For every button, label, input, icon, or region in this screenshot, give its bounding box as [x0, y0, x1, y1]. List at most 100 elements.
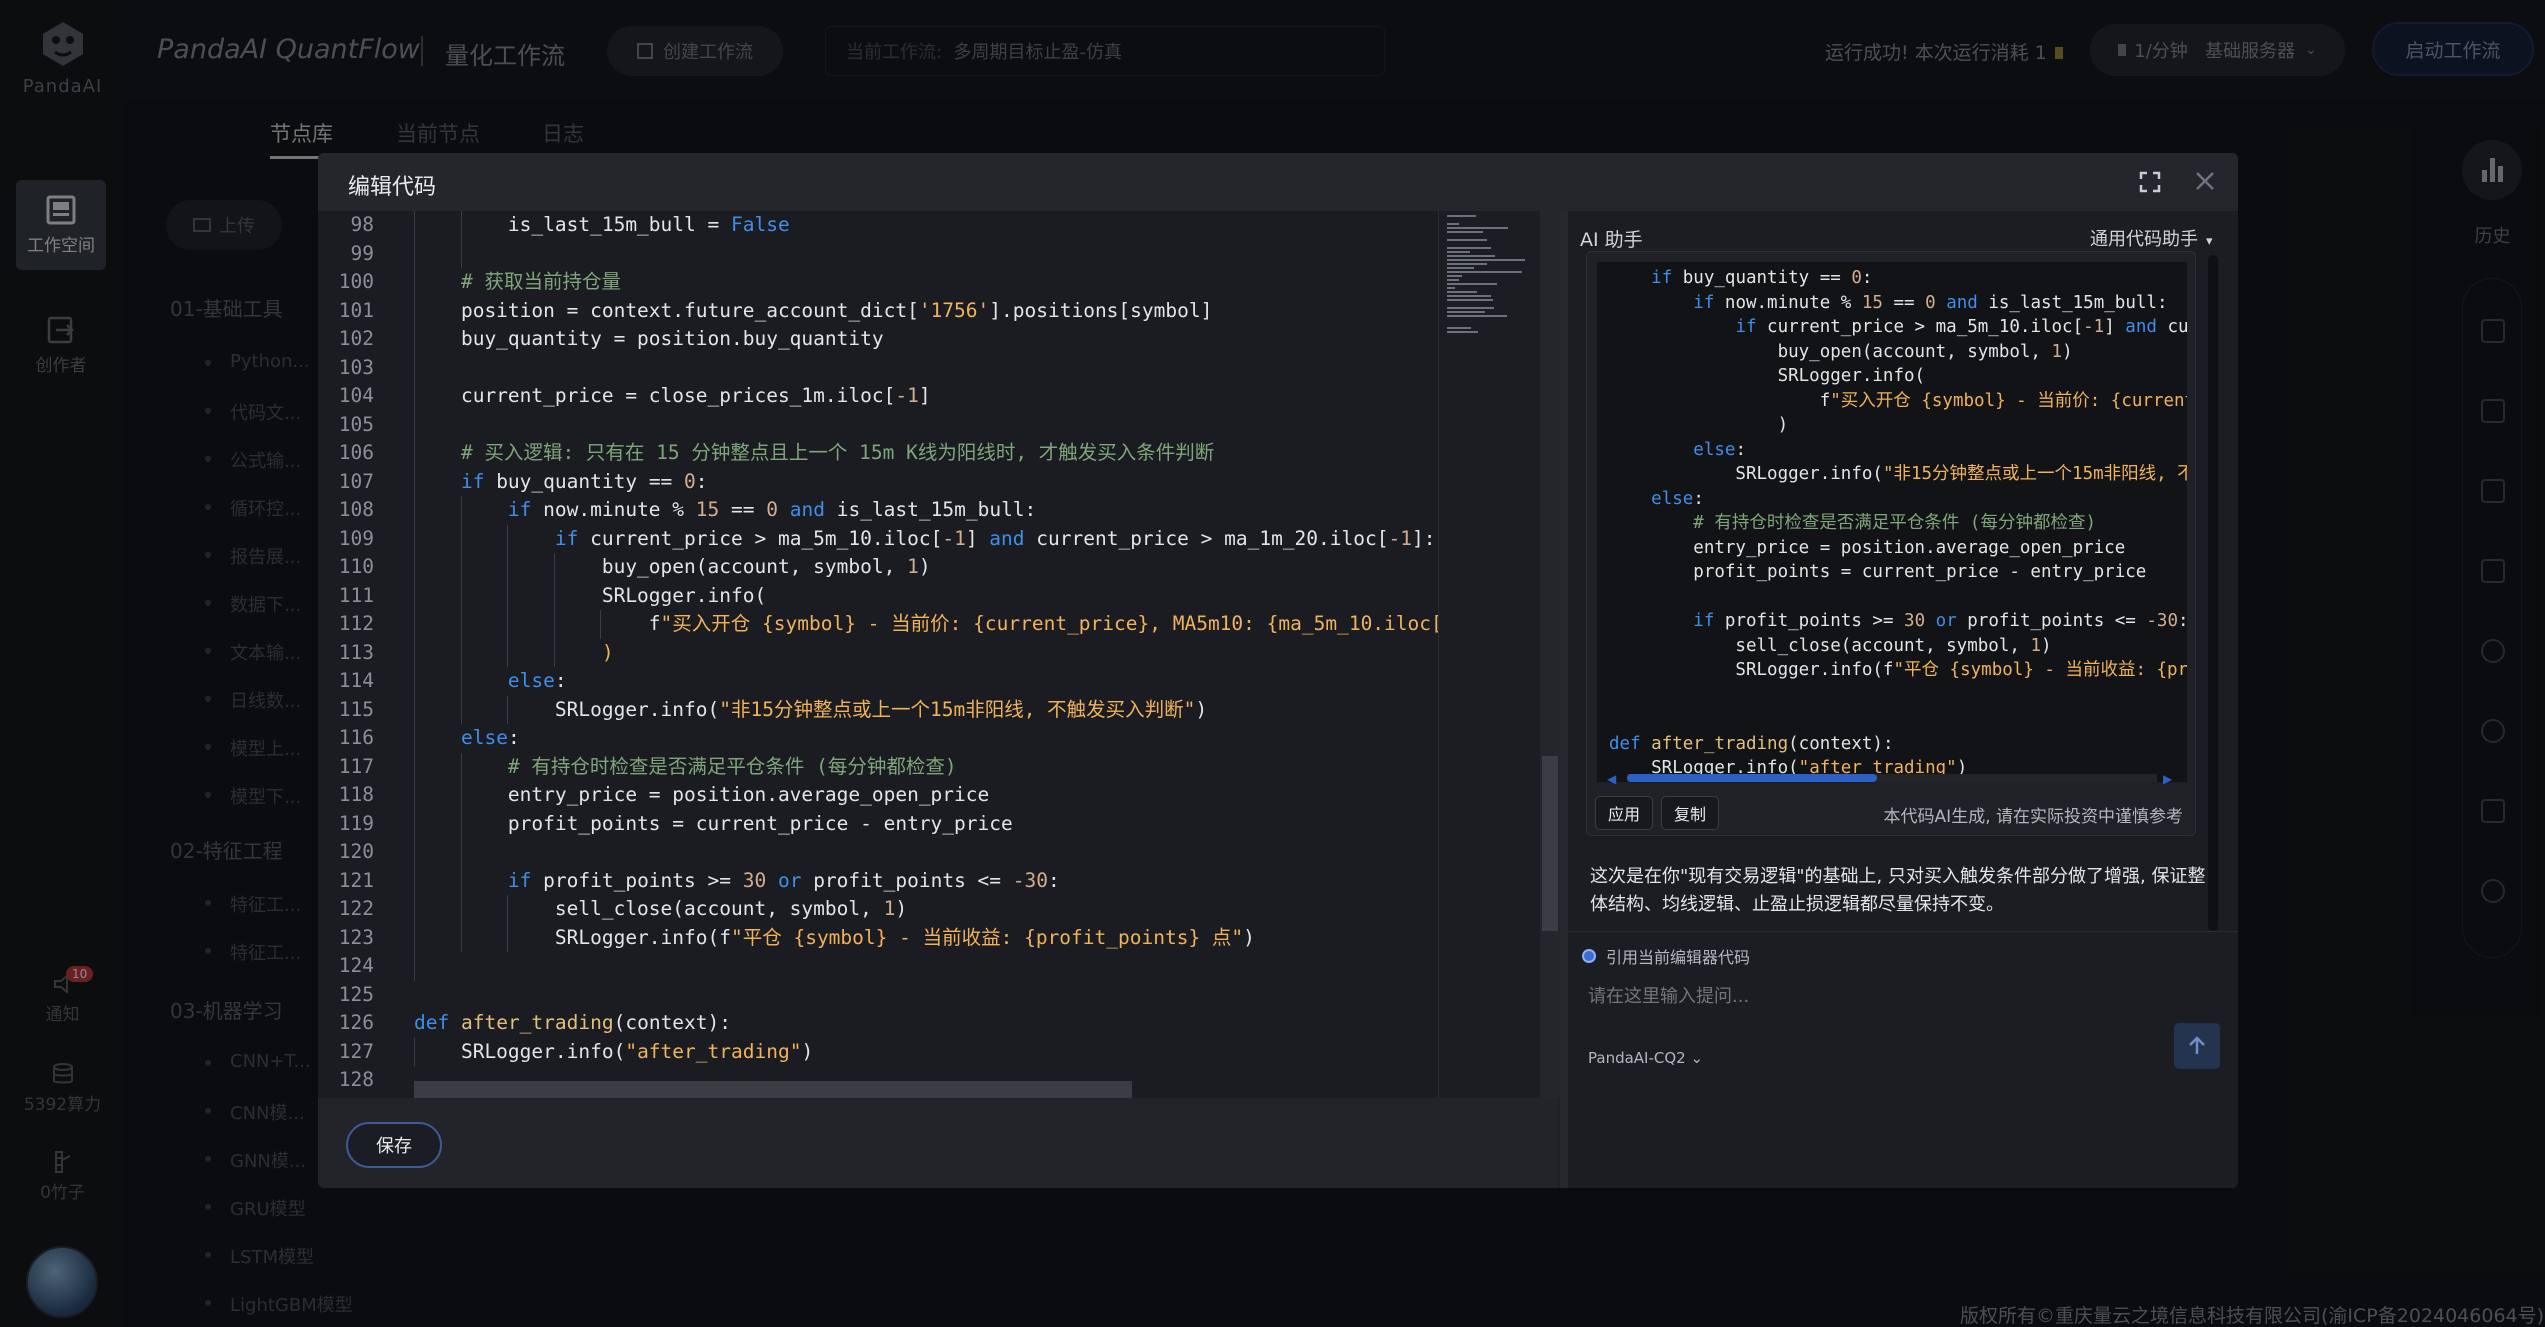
indent-guide: [414, 467, 415, 496]
scroll-thumb[interactable]: [1627, 774, 1877, 782]
scroll-left-icon[interactable]: ◀: [1607, 772, 1616, 786]
indent-guide: [414, 895, 415, 924]
code-line[interactable]: 127 SRLogger.info("after_trading"): [318, 1038, 1438, 1067]
ai-mode-select[interactable]: 通用代码助手 ▾: [2090, 225, 2213, 251]
code-text: is_last_15m_bull = False: [414, 213, 790, 236]
code-line[interactable]: 110 buy_open(account, symbol, 1): [318, 553, 1438, 582]
code-line[interactable]: 111 SRLogger.info(: [318, 582, 1438, 611]
indent-guide: [414, 524, 415, 553]
send-button[interactable]: [2174, 1023, 2220, 1069]
code-line[interactable]: 125: [318, 981, 1438, 1010]
code-text: position = context.future_account_dict['…: [414, 298, 1213, 322]
code-line[interactable]: 113 ): [318, 639, 1438, 668]
code-text: ): [601, 640, 614, 664]
code-line[interactable]: 103: [318, 354, 1438, 383]
fullscreen-icon[interactable]: [2139, 171, 2161, 193]
indent-guide: [414, 239, 415, 268]
line-number: 110: [338, 555, 374, 578]
code-line[interactable]: 121 if profit_points >= 30 or profit_poi…: [318, 867, 1438, 896]
scroll-right-icon[interactable]: ▶: [2163, 772, 2172, 786]
code-line[interactable]: 114 else:: [318, 667, 1438, 696]
code-line[interactable]: 98 is_last_15m_bull = False: [318, 211, 1438, 240]
indent-guide: [460, 524, 462, 553]
model-select[interactable]: PandaAI-CQ2 ⌄: [1588, 1049, 1703, 1067]
code-line[interactable]: 122 sell_close(account, symbol, 1): [318, 895, 1438, 924]
indent-guide: [414, 296, 415, 325]
ai-code-line: else:: [1651, 488, 1704, 509]
line-number: 122: [338, 897, 374, 920]
code-line[interactable]: 101 position = context.future_account_di…: [318, 297, 1438, 326]
apply-button[interactable]: 应用: [1595, 796, 1654, 830]
code-line[interactable]: 124: [318, 952, 1438, 981]
code-line[interactable]: 119 profit_points = current_price - entr…: [318, 810, 1438, 839]
copy-button[interactable]: 复制: [1661, 796, 1720, 830]
close-icon[interactable]: [2193, 169, 2217, 193]
indent-guide: [507, 524, 508, 553]
indent-guide: [507, 638, 508, 667]
ai-code-line: f"买入开仓 {symbol} - 当前价: {current_: [1609, 390, 2187, 411]
code-minimap[interactable]: [1438, 211, 1540, 1098]
code-line[interactable]: 109 if current_price > ma_5m_10.iloc[-1]…: [318, 525, 1438, 554]
ai-code-block[interactable]: if buy_quantity == 0: if now.minute % 15…: [1597, 262, 2187, 782]
editor-vertical-scrollbar[interactable]: [1540, 211, 1560, 1098]
code-line[interactable]: 115 SRLogger.info("非15分钟整点或上一个15m非阳线, 不触…: [318, 696, 1438, 725]
indent-guide: [460, 496, 462, 525]
ai-assistant-panel: AI 助手 通用代码助手 ▾ if buy_quantity == 0: if n…: [1560, 211, 2238, 1188]
indent-guide: [414, 695, 415, 724]
indent-guide: [507, 923, 508, 952]
ai-code-scrollbar[interactable]: ◀ ▶: [1607, 772, 2172, 786]
code-editor[interactable]: 98 is_last_15m_bull = False 99 100 # 获取当前持…: [318, 211, 1438, 1098]
indent-guide: [460, 610, 462, 639]
editor-horizontal-scrollbar[interactable]: [414, 1081, 1132, 1098]
code-text: entry_price = position.average_open_pric…: [414, 783, 990, 806]
chevron-down-icon: ⌄: [1685, 1049, 1704, 1067]
code-line[interactable]: 102 buy_quantity = position.buy_quantity: [318, 325, 1438, 354]
indent-guide: [414, 211, 415, 240]
code-line[interactable]: 118 entry_price = position.average_open_…: [318, 781, 1438, 810]
code-line[interactable]: 104 current_price = close_prices_1m.iloc…: [318, 382, 1438, 411]
modal-header: 编辑代码: [318, 153, 2238, 211]
code-text: else:: [460, 726, 520, 749]
code-line[interactable]: 112 f"买入开仓 {symbol} - 当前价: {current_pric…: [318, 610, 1438, 639]
cite-editor-toggle[interactable]: 引用当前编辑器代码: [1582, 944, 1750, 968]
ai-mode-label: 通用代码助手: [2090, 229, 2198, 250]
cite-label: 引用当前编辑器代码: [1606, 948, 1751, 967]
save-button[interactable]: 保存: [346, 1122, 442, 1168]
code-line[interactable]: 117 # 有持仓时检查是否满足平仓条件 (每分钟都检查): [318, 753, 1438, 782]
indent-guide: [553, 638, 555, 667]
minimap-line: [1447, 283, 1497, 285]
code-line[interactable]: 107 if buy_quantity == 0:: [318, 468, 1438, 497]
code-line[interactable]: 126 def after_trading(context):: [318, 1009, 1438, 1038]
code-line[interactable]: 123 SRLogger.info(f"平仓 {symbol} - 当前收益: …: [318, 924, 1438, 953]
minimap-line: [1447, 311, 1485, 313]
minimap-line: [1447, 299, 1493, 301]
indent-guide: [414, 610, 415, 639]
code-text: SRLogger.info(: [414, 583, 767, 607]
code-line[interactable]: 106 # 买入逻辑: 只有在 15 分钟整点且上一个 15m K线为阳线时, …: [318, 439, 1438, 468]
ai-question-input[interactable]: [1588, 986, 2188, 1007]
minimap-line: [1447, 251, 1470, 253]
line-number: 111: [338, 583, 374, 607]
code-line[interactable]: 108 if now.minute % 15 == 0 and is_last_…: [318, 496, 1438, 525]
minimap-line: [1447, 307, 1494, 309]
indent-guide: [414, 382, 415, 411]
code-line[interactable]: 99: [318, 240, 1438, 269]
editor-vertical-scrollbar-thumb[interactable]: [1542, 756, 1558, 931]
line-number: 104: [338, 384, 374, 407]
app-root: PandaAI 工作空间 创作者 10 通知 5392算力 0竹子 PandaA…: [0, 0, 2545, 1327]
modal-title: 编辑代码: [348, 175, 437, 200]
edit-code-modal: 编辑代码 98 is_last_15m_bull = False 99 100 # …: [318, 153, 2238, 1188]
ai-code-line: def after_trading(context):: [1609, 733, 1894, 754]
minimap-line: [1447, 267, 1474, 269]
code-line[interactable]: 105: [318, 411, 1438, 440]
line-number: 126: [338, 1011, 374, 1034]
chevron-down-icon: ▾: [2206, 234, 2213, 249]
ai-chat-scrollbar[interactable]: [2208, 255, 2218, 931]
code-line[interactable]: 100 # 获取当前持仓量: [318, 268, 1438, 297]
code-line[interactable]: 120: [318, 838, 1438, 867]
code-line[interactable]: 116 else:: [318, 724, 1438, 753]
code-text: sell_close(account, symbol, 1): [414, 897, 908, 920]
code-text: if buy_quantity == 0:: [460, 469, 708, 493]
line-number: 100: [338, 270, 374, 293]
line-number: 115: [338, 697, 374, 721]
